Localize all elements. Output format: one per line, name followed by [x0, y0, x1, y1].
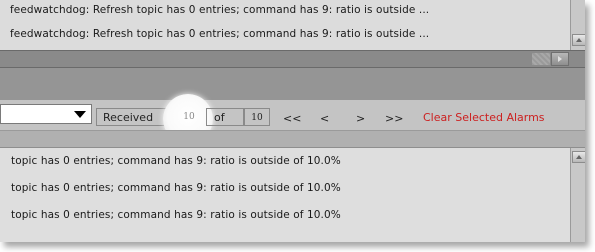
total-count: 10 — [244, 108, 270, 126]
alarm-list: topic has 0 entries; command has 9: rati… — [0, 148, 570, 242]
log-line: feedwatchdog: Refresh topic has 0 entrie… — [10, 28, 430, 40]
alarm-window: feedwatchdog: Refresh topic has 0 entrie… — [0, 0, 585, 242]
first-page-button[interactable]: << — [283, 112, 301, 125]
log-scroll-up-button[interactable] — [572, 34, 585, 46]
arrow-up-icon — [576, 38, 582, 42]
log-horizontal-scrollbar[interactable] — [0, 50, 585, 68]
last-page-button[interactable]: >> — [385, 112, 403, 125]
log-line: feedwatchdog: Refresh topic has 0 entrie… — [10, 4, 430, 16]
panel-divider — [0, 68, 585, 100]
scroll-right-button[interactable] — [551, 52, 569, 66]
next-page-button[interactable]: > — [356, 112, 365, 125]
list-header-bar — [0, 130, 585, 148]
arrow-right-icon — [558, 56, 562, 62]
alarm-scroll-up-button[interactable] — [572, 151, 585, 163]
clear-selected-alarms-button[interactable]: Clear Selected Alarms — [423, 111, 545, 124]
alarm-row[interactable]: topic has 0 entries; command has 9: rati… — [11, 209, 341, 221]
alarm-list-scrollbar[interactable] — [570, 148, 585, 242]
log-panel: feedwatchdog: Refresh topic has 0 entrie… — [0, 0, 570, 50]
arrow-up-icon — [576, 155, 582, 159]
received-count-input[interactable]: 10 — [172, 108, 206, 126]
of-frame — [206, 108, 244, 126]
previous-page-button[interactable]: < — [320, 112, 329, 125]
alarm-row[interactable]: topic has 0 entries; command has 9: rati… — [11, 182, 341, 194]
pager-controls: 10 of 10 << < > >> Clear Selected Alarms — [0, 100, 585, 130]
of-label: of — [214, 111, 225, 124]
log-vertical-scrollbar[interactable] — [570, 0, 585, 50]
scrollbar-grip[interactable] — [532, 53, 550, 65]
alarm-row[interactable]: topic has 0 entries; command has 9: rati… — [11, 155, 341, 167]
